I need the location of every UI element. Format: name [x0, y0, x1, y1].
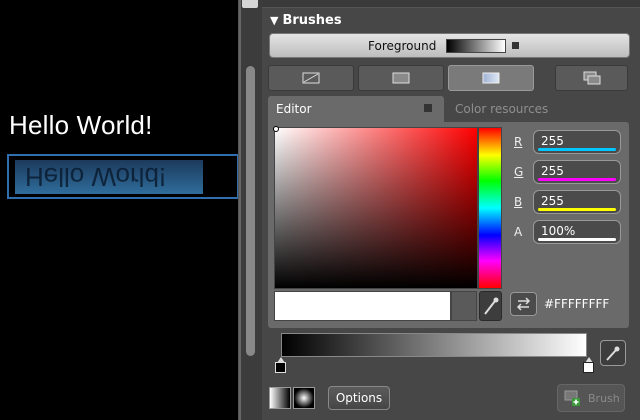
advanced-property-marker-icon[interactable]: [512, 42, 519, 49]
b-channel-label: B: [514, 195, 523, 209]
a-channel-field[interactable]: 100%: [533, 220, 621, 244]
tab-color-resources-label: Color resources: [455, 102, 549, 116]
splitter-line: [239, 0, 241, 420]
brushes-section-header[interactable]: ▼ Brushes: [270, 13, 342, 28]
options-button[interactable]: Options: [328, 386, 390, 410]
foreground-label: Foreground: [368, 39, 437, 53]
gradient-brush-icon: [482, 72, 500, 84]
brush-button-label: Brush: [588, 392, 620, 405]
previous-color-swatch[interactable]: [451, 291, 477, 321]
linear-gradient-button[interactable]: [269, 387, 291, 409]
artboard: Hello World! Hello World!: [0, 0, 239, 420]
eyedropper-icon: [484, 297, 499, 315]
g-channel-bar: [538, 178, 616, 181]
eyedropper-icon: [606, 346, 620, 361]
gradient-stop-white[interactable]: [583, 357, 594, 374]
current-color-swatch: [274, 291, 451, 321]
no-brush-icon: [302, 72, 320, 84]
a-channel-label: A: [514, 225, 523, 239]
color-format-toggle-button[interactable]: [510, 292, 537, 316]
options-label: Options: [335, 391, 383, 405]
gradient-stop-black[interactable]: [275, 357, 286, 374]
collapse-triangle-icon[interactable]: ▼: [270, 14, 278, 27]
eyedropper-button[interactable]: [479, 291, 502, 321]
foreground-swatch: [446, 39, 506, 53]
brushes-title: Brushes: [282, 13, 342, 28]
hex-value-field[interactable]: #FFFFFFFF: [544, 297, 609, 311]
gradient-bar[interactable]: [281, 333, 587, 357]
g-channel-value: 255: [541, 164, 564, 178]
convert-to-brush-resource-button[interactable]: Brush: [557, 384, 625, 412]
g-channel-field[interactable]: 255: [533, 160, 621, 184]
r-channel-label: R: [514, 135, 523, 149]
panel-top-strip: [262, 0, 640, 8]
brush-resources-icon: [583, 71, 600, 85]
gradient-eyedropper-button[interactable]: [600, 340, 626, 366]
reflection-selection-box[interactable]: Hello World!: [7, 154, 239, 199]
color-picker-handle[interactable]: [273, 126, 279, 132]
solid-brush-tab[interactable]: [358, 65, 444, 91]
editor-marker-icon: [424, 104, 432, 112]
swap-arrows-icon: [516, 297, 531, 311]
hello-world-textblock[interactable]: Hello World!: [9, 110, 153, 141]
reflection-fill: Hello World!: [15, 160, 203, 194]
panel-splitter[interactable]: [238, 0, 262, 420]
g-channel-label: G: [514, 165, 524, 179]
a-channel-value: 100%: [541, 224, 576, 238]
corner-button[interactable]: [242, 0, 258, 8]
hue-slider[interactable]: [478, 127, 502, 289]
a-channel-bar: [538, 238, 616, 241]
solid-brush-icon: [392, 72, 410, 84]
tab-editor-label: Editor: [276, 102, 312, 116]
foreground-property-row[interactable]: Foreground: [269, 33, 630, 58]
add-brush-icon: [564, 390, 580, 406]
vertical-scrollbar-thumb[interactable]: [246, 66, 255, 356]
tab-editor[interactable]: Editor: [268, 96, 444, 122]
b-channel-field[interactable]: 255: [533, 190, 621, 214]
b-channel-value: 255: [541, 194, 564, 208]
r-channel-field[interactable]: 255: [533, 130, 621, 154]
brush-resources-tab[interactable]: [555, 65, 628, 91]
r-channel-value: 255: [541, 134, 564, 148]
no-brush-tab[interactable]: [268, 65, 354, 91]
tab-color-resources[interactable]: Color resources: [448, 96, 628, 122]
gradient-brush-tab[interactable]: [448, 65, 534, 91]
reflection-textblock: Hello World!: [25, 162, 167, 192]
b-channel-bar: [538, 208, 616, 211]
saturation-value-picker[interactable]: [273, 126, 478, 289]
r-channel-bar: [538, 148, 616, 151]
radial-gradient-button[interactable]: [293, 387, 315, 409]
